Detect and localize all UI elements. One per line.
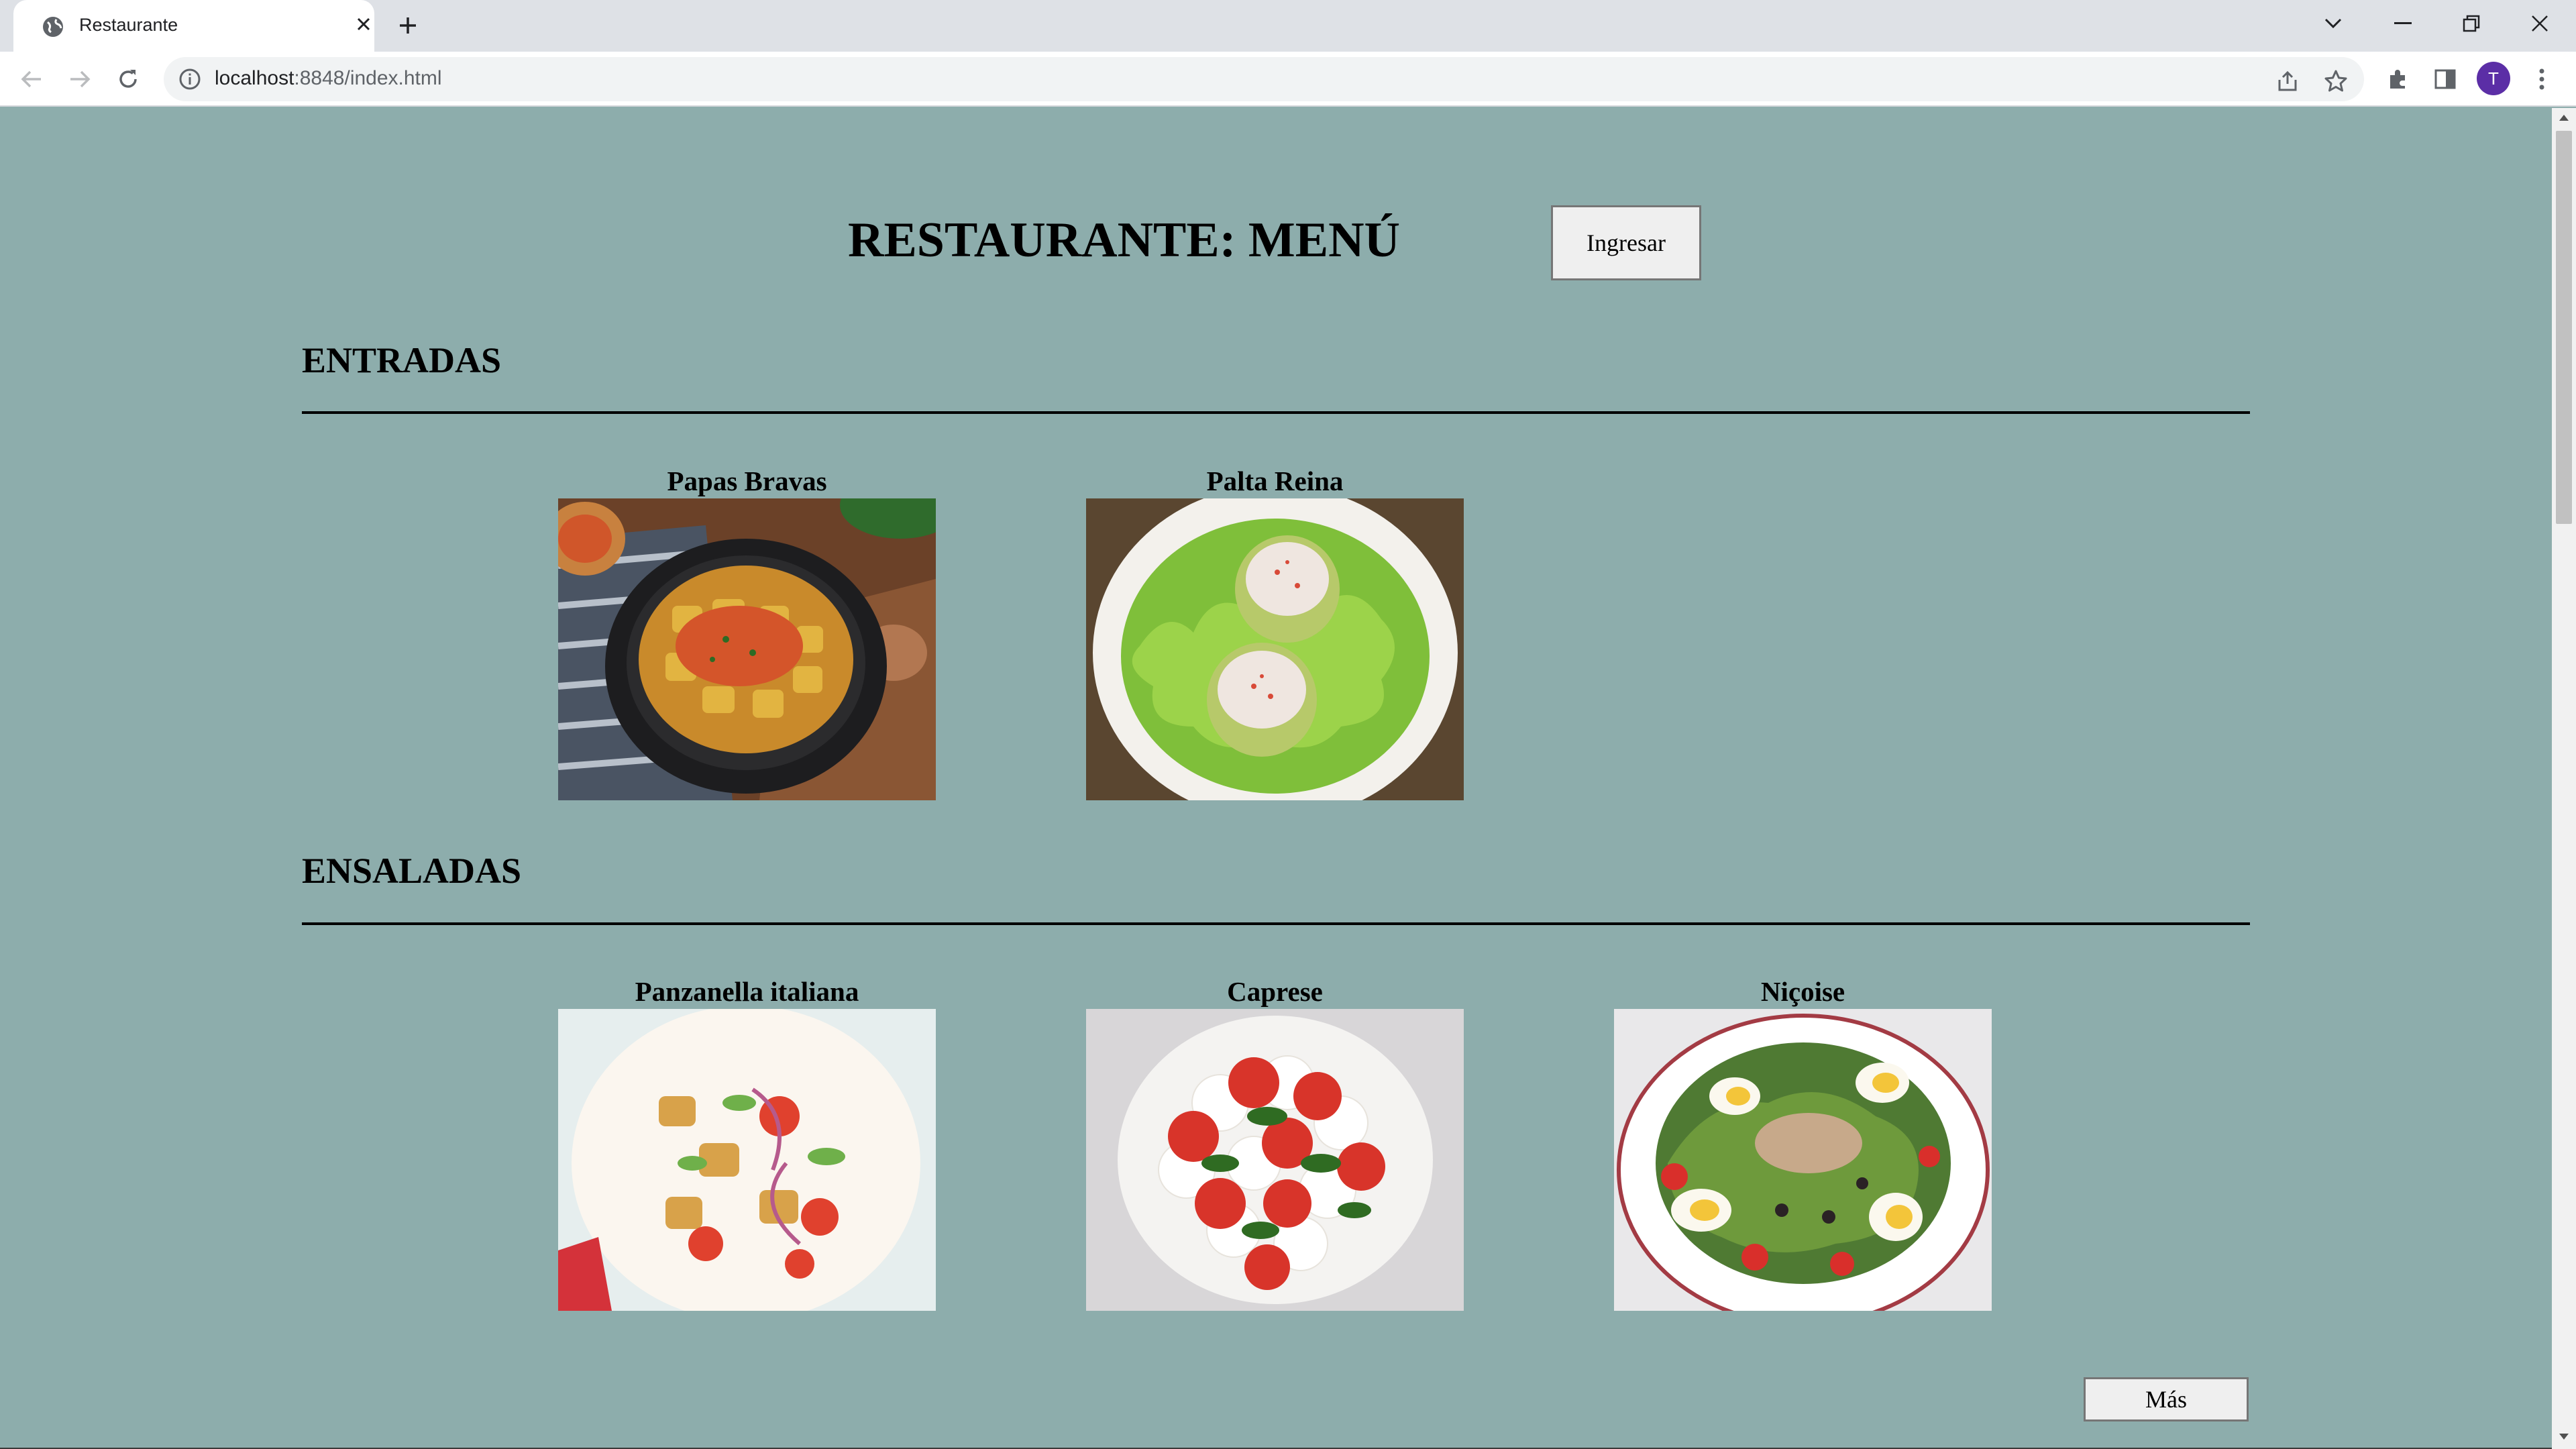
dish-name: Panzanella italiana bbox=[635, 976, 859, 1007]
extensions-icon[interactable] bbox=[2381, 62, 2415, 96]
dish-name: Palta Reina bbox=[1206, 466, 1344, 496]
reload-icon[interactable] bbox=[111, 62, 145, 96]
browser-tab[interactable]: Restaurante bbox=[13, 0, 374, 52]
more-button[interactable]: Más bbox=[2084, 1377, 2249, 1421]
tab-strip: Restaurante bbox=[0, 0, 2576, 52]
browser-toolbar: localhost:8848/index.html bbox=[0, 52, 2576, 107]
tab-search-icon[interactable] bbox=[2313, 7, 2353, 40]
scroll-down-arrow-icon[interactable] bbox=[2559, 1434, 2569, 1440]
globe-icon bbox=[42, 15, 64, 38]
dish-name: Caprese bbox=[1227, 976, 1323, 1007]
login-button[interactable]: Ingresar bbox=[1551, 205, 1701, 280]
section-divider bbox=[302, 922, 2250, 925]
dish-card-caprese: Caprese bbox=[1086, 974, 1464, 1311]
restore-icon[interactable] bbox=[2451, 7, 2491, 40]
dish-name: Niçoise bbox=[1760, 976, 1845, 1007]
dish-photo-palta-reina bbox=[1086, 498, 1464, 800]
dish-card-palta-reina: Palta Reina bbox=[1086, 464, 1464, 800]
close-window-icon[interactable] bbox=[2520, 7, 2560, 40]
back-arrow-icon[interactable] bbox=[15, 62, 48, 96]
side-panel-icon[interactable] bbox=[2428, 62, 2462, 96]
vertical-scrollbar[interactable] bbox=[2552, 108, 2576, 1449]
scroll-up-arrow-icon[interactable] bbox=[2559, 115, 2569, 121]
url-path: :8848/index.html bbox=[294, 67, 442, 89]
bookmark-star-icon[interactable] bbox=[2322, 68, 2349, 95]
forward-arrow-icon[interactable] bbox=[63, 62, 97, 96]
section-title-ensaladas: ENSALADAS bbox=[302, 851, 522, 891]
new-tab-icon[interactable] bbox=[393, 11, 423, 40]
section-divider bbox=[302, 411, 2250, 414]
url-text: localhost:8848/index.html bbox=[215, 67, 442, 90]
tab-title: Restaurante bbox=[79, 15, 178, 35]
menu-kebab-icon[interactable] bbox=[2525, 62, 2559, 96]
minimize-icon[interactable] bbox=[2383, 7, 2423, 40]
dish-photo-papas-bravas bbox=[558, 498, 936, 800]
dish-card-papas-bravas: Papas Bravas bbox=[558, 464, 936, 800]
address-bar[interactable]: localhost:8848/index.html bbox=[164, 57, 2364, 101]
scroll-thumb[interactable] bbox=[2556, 131, 2572, 524]
url-host: localhost bbox=[215, 67, 294, 89]
info-icon[interactable] bbox=[178, 68, 201, 91]
share-icon[interactable] bbox=[2274, 68, 2301, 95]
section-title-entradas: ENTRADAS bbox=[302, 340, 502, 380]
close-icon[interactable] bbox=[350, 11, 377, 38]
profile-avatar[interactable]: T bbox=[2477, 62, 2510, 95]
page-title: RESTAURANTE: MENÚ bbox=[848, 213, 1400, 268]
dish-name: Papas Bravas bbox=[667, 466, 827, 496]
dish-photo-panzanella bbox=[558, 1009, 936, 1311]
dish-photo-caprese bbox=[1086, 1009, 1464, 1311]
dish-card-panzanella: Panzanella italiana bbox=[558, 974, 936, 1311]
dish-photo-nicoise bbox=[1614, 1009, 1992, 1311]
dish-card-nicoise: Niçoise bbox=[1614, 974, 1992, 1311]
page-content: RESTAURANTE: MENÚ Ingresar ENTRADAS Papa… bbox=[0, 108, 2552, 1449]
